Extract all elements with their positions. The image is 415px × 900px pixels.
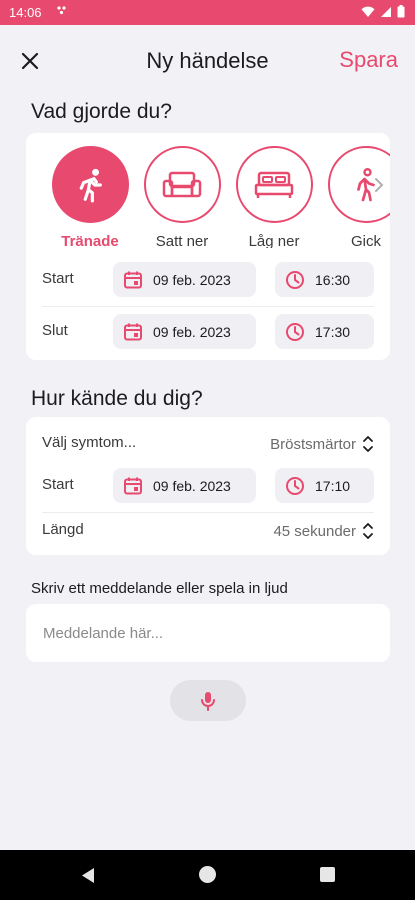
activity-circle [235,146,313,223]
record-audio-button[interactable] [170,680,246,721]
sofa-icon [162,171,202,197]
end-date-picker[interactable]: 09 feb. 2023 [113,314,256,349]
message-label: Skriv ett meddelande eller spela in ljud [31,580,288,597]
system-navigation-bar [0,850,415,900]
activity-item-sat-down[interactable]: Satt ner [142,146,222,248]
duration-label: Längd [42,521,84,538]
clock-icon [286,270,304,289]
top-bar: Ny händelse Spara [0,25,415,97]
end-date-value: 09 feb. 2023 [153,323,231,340]
start-time-picker[interactable]: 16:30 [275,262,374,297]
signal-icon [381,6,391,17]
symptom-start-time-value: 17:10 [315,477,351,494]
chevron-right-icon[interactable] [372,175,386,195]
recents-icon[interactable] [320,867,335,882]
symptom-label: Välj symtom... [42,434,137,451]
running-icon [79,168,102,202]
duration-row[interactable]: Längd 45 sekunder [42,505,374,557]
feeling-section-title: Hur kände du dig? [31,387,203,410]
unfold-icon [363,436,373,452]
end-label: Slut [42,322,68,339]
calendar-icon [124,323,142,340]
activity-carousel[interactable]: Tränade Satt ner Låg ner Gick [26,133,390,248]
activity-end-row: Slut 09 feb. 2023 17:30 [42,306,374,358]
activity-label: Gick [351,233,381,248]
activity-item-trained[interactable]: Tränade [50,146,130,248]
activity-circle [51,146,129,223]
activity-card: Tränade Satt ner Låg ner Gick Start 09 f… [26,133,390,360]
battery-icon [397,5,405,18]
bed-icon [254,171,294,198]
start-date-picker[interactable]: 09 feb. 2023 [113,262,256,297]
symptom-start-time-picker[interactable]: 17:10 [275,468,374,503]
status-icons [361,5,405,18]
activity-item-lay-down[interactable]: Låg ner [234,146,314,248]
save-button[interactable]: Spara [339,47,398,73]
activity-item-walked[interactable]: Gick [326,146,390,248]
symptom-select[interactable]: Bröstsmärtor [270,434,374,454]
clock-icon [286,476,304,495]
clock-icon [286,322,304,341]
unfold-icon [363,523,373,539]
end-time-value: 17:30 [315,323,351,340]
start-label: Start [42,270,74,287]
notification-icon [57,5,69,18]
activity-label: Låg ner [248,233,300,248]
activity-circle [143,146,221,223]
activity-label: Satt ner [155,233,209,248]
home-icon[interactable] [199,866,216,883]
duration-select[interactable]: 45 sekunder [273,521,374,541]
calendar-icon [124,477,142,494]
symptom-start-date-value: 09 feb. 2023 [153,477,231,494]
activity-start-row: Start 09 feb. 2023 16:30 [42,254,374,306]
wifi-icon [361,6,375,17]
symptom-value: Bröstsmärtor [270,435,356,453]
message-input[interactable] [26,604,390,662]
calendar-icon [124,271,142,288]
back-icon[interactable] [80,867,96,884]
symptom-start-date-picker[interactable]: 09 feb. 2023 [113,468,256,503]
activity-label: Tränade [61,233,119,248]
duration-value: 45 sekunder [273,522,356,540]
microphone-icon [201,691,215,711]
end-time-picker[interactable]: 17:30 [275,314,374,349]
start-time-value: 16:30 [315,271,351,288]
start-date-value: 09 feb. 2023 [153,271,231,288]
status-bar: 14:06 [0,0,415,25]
feeling-card: Välj symtom... Bröstsmärtor Start 09 feb… [26,417,390,555]
activity-section-title: Vad gjorde du? [31,100,172,123]
status-time: 14:06 [9,5,42,20]
start-label: Start [42,476,74,493]
